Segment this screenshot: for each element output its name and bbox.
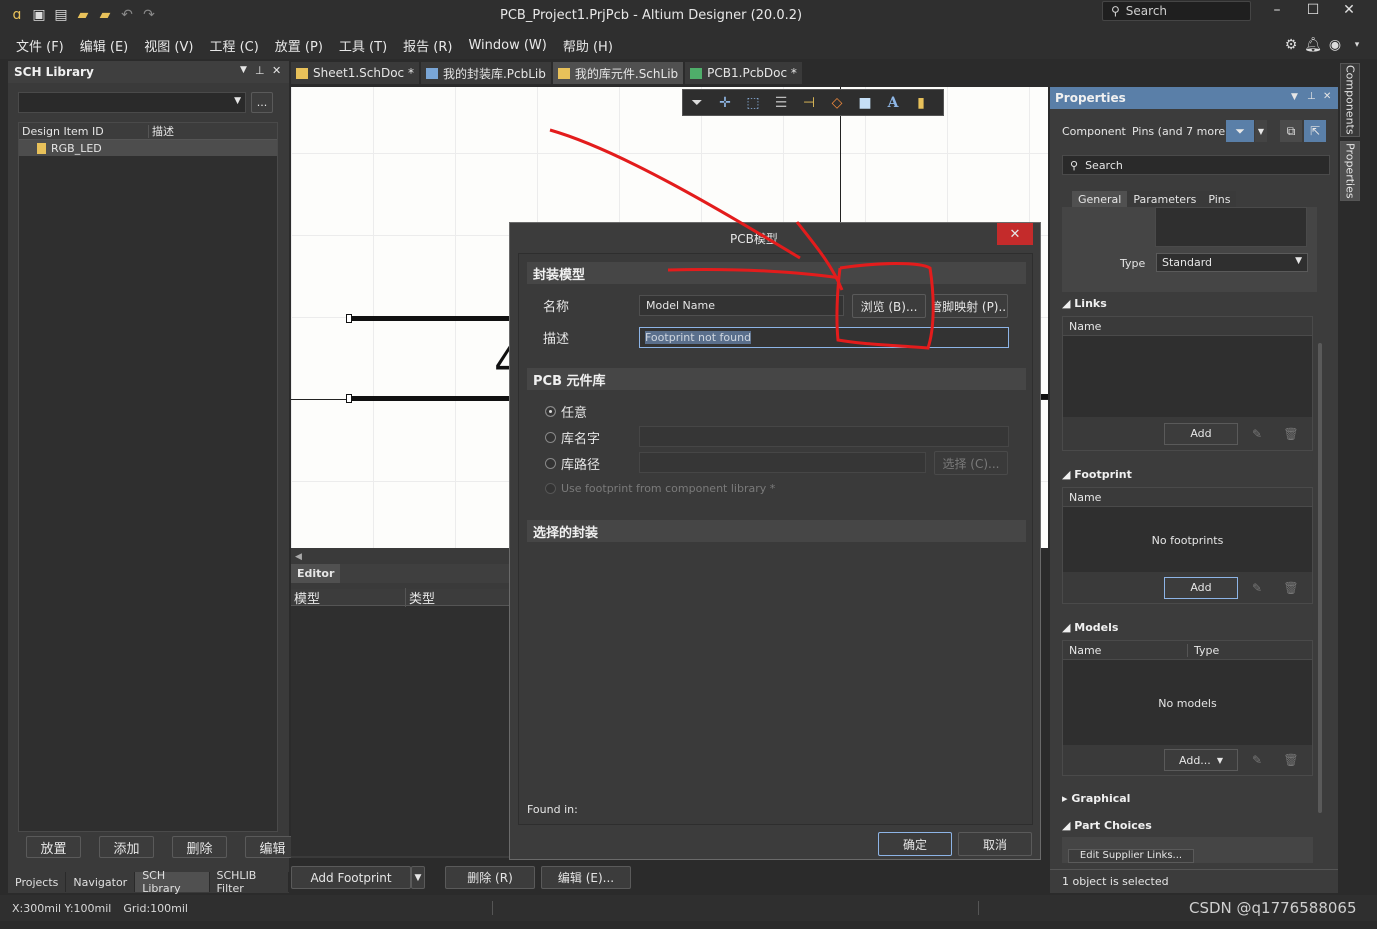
models-col-name[interactable]: Name — [1063, 643, 1188, 657]
type-value: Standard — [1162, 256, 1213, 269]
annotation-stroke — [549, 128, 801, 260]
graphical-title: Graphical — [1071, 792, 1131, 805]
footprint-toolbar: Add ✎ 🗑︎ — [1063, 572, 1312, 603]
search-icon: ⚲ — [1070, 158, 1079, 172]
pointer-mode-icon[interactable]: ⇱ — [1304, 120, 1326, 142]
links-grid: Name Add ✎ 🗑︎ — [1062, 316, 1313, 451]
trash-icon[interactable]: 🗑︎ — [1280, 423, 1302, 445]
properties-title: Properties — [1055, 91, 1126, 105]
models-title: Models — [1074, 621, 1119, 634]
status-bar: X:300mil Y:100mil Grid:100mil CSDN @q177… — [0, 895, 1377, 921]
component-label: Component — [1062, 125, 1126, 138]
properties-tabs: General Parameters Pins — [1072, 191, 1237, 208]
annotation-circle — [835, 262, 935, 350]
models-col-type[interactable]: Type — [1188, 644, 1219, 657]
close-panel-icon[interactable]: ✕ — [1323, 91, 1331, 102]
properties-header: Properties ▼ ⊥ ✕ — [1050, 87, 1338, 109]
general-section: Type Standard ▼ — [1062, 207, 1317, 292]
trash-icon[interactable]: 🗑︎ — [1280, 577, 1302, 599]
footprint-title: Footprint — [1074, 468, 1132, 481]
footprint-grid: Name No footprints Add ✎ 🗑︎ — [1062, 487, 1313, 604]
part-choices-area: Edit Supplier Links... — [1062, 837, 1313, 863]
models-header: Name Type — [1063, 641, 1312, 660]
links-section-title[interactable]: ◢ Links — [1062, 297, 1107, 310]
add-model-label: Add... — [1179, 753, 1211, 767]
selection-status: 1 object is selected — [1062, 875, 1169, 888]
tab-components[interactable]: Components — [1340, 63, 1360, 137]
csdn-watermark: CSDN @q1776588065 — [1189, 899, 1357, 917]
chevron-down-icon: ▼ — [1295, 256, 1302, 266]
side-panel-tabs: Components Properties — [1340, 61, 1364, 893]
tab-parameters[interactable]: Parameters — [1127, 191, 1203, 208]
tab-pins[interactable]: Pins — [1202, 191, 1237, 208]
scroll-thumb[interactable] — [1318, 343, 1322, 813]
description-box[interactable] — [1155, 207, 1307, 247]
part-choices-section-title[interactable]: ◢ Part Choices — [1062, 819, 1152, 832]
links-toolbar: Add ✎ 🗑︎ — [1063, 417, 1312, 450]
annotation-stroke — [795, 221, 844, 291]
pin-icon[interactable]: ⊥ — [1307, 91, 1316, 102]
tab-properties[interactable]: Properties — [1340, 141, 1360, 201]
properties-search-placeholder: Search — [1085, 158, 1123, 172]
select-mode-icon[interactable]: ⧉ — [1280, 120, 1302, 142]
no-footprints-text: No footprints — [1151, 534, 1224, 547]
panel-menu-icon[interactable]: ▼ — [1291, 92, 1298, 102]
divider — [1050, 869, 1338, 870]
coordinates-readout: X:300mil Y:100mil — [12, 901, 112, 915]
edit-pencil-icon[interactable]: ✎ — [1246, 577, 1268, 599]
properties-panel: Properties ▼ ⊥ ✕ Component Pins (and 7 m… — [1050, 87, 1338, 893]
edit-supplier-links-button[interactable]: Edit Supplier Links... — [1068, 849, 1194, 863]
footprint-col-name[interactable]: Name — [1063, 488, 1312, 507]
type-label: Type — [1120, 257, 1146, 270]
add-model-button[interactable]: Add... ▼ — [1164, 749, 1238, 771]
filter-icon: ⏷ — [1235, 123, 1245, 138]
edit-pencil-icon[interactable]: ✎ — [1246, 423, 1268, 445]
divider — [978, 901, 979, 915]
annotation-stroke — [667, 267, 841, 280]
trash-icon[interactable]: 🗑︎ — [1280, 749, 1302, 771]
links-col-name[interactable]: Name — [1063, 317, 1312, 336]
models-section-title[interactable]: ◢ Models — [1062, 621, 1118, 634]
models-grid: Name Type No models Add... ▼ ✎ 🗑︎ — [1062, 640, 1313, 776]
graphical-section-title[interactable]: ▸ Graphical — [1062, 792, 1130, 805]
models-toolbar: Add... ▼ ✎ 🗑︎ — [1063, 745, 1312, 775]
footprint-section-title[interactable]: ◢ Footprint — [1062, 468, 1132, 481]
chevron-down-icon: ▼ — [1216, 755, 1223, 765]
type-select[interactable]: Standard ▼ — [1156, 253, 1308, 272]
links-title: Links — [1074, 297, 1107, 310]
divider — [492, 901, 493, 915]
properties-search[interactable]: ⚲ Search — [1062, 155, 1330, 175]
filter-button[interactable]: ⏷ — [1226, 120, 1254, 142]
edit-pencil-icon[interactable]: ✎ — [1246, 749, 1268, 771]
grid-readout: Grid:100mil — [123, 901, 188, 915]
component-value: Pins (and 7 more) — [1132, 125, 1230, 138]
filter-dropdown[interactable]: ▼ — [1255, 120, 1267, 142]
tab-general[interactable]: General — [1072, 191, 1128, 208]
no-models-text: No models — [1158, 697, 1217, 710]
add-link-button[interactable]: Add — [1164, 422, 1238, 445]
part-choices-title: Part Choices — [1074, 819, 1152, 832]
add-footprint-prop-button[interactable]: Add — [1164, 576, 1238, 599]
properties-scrollbar[interactable] — [1318, 213, 1326, 813]
